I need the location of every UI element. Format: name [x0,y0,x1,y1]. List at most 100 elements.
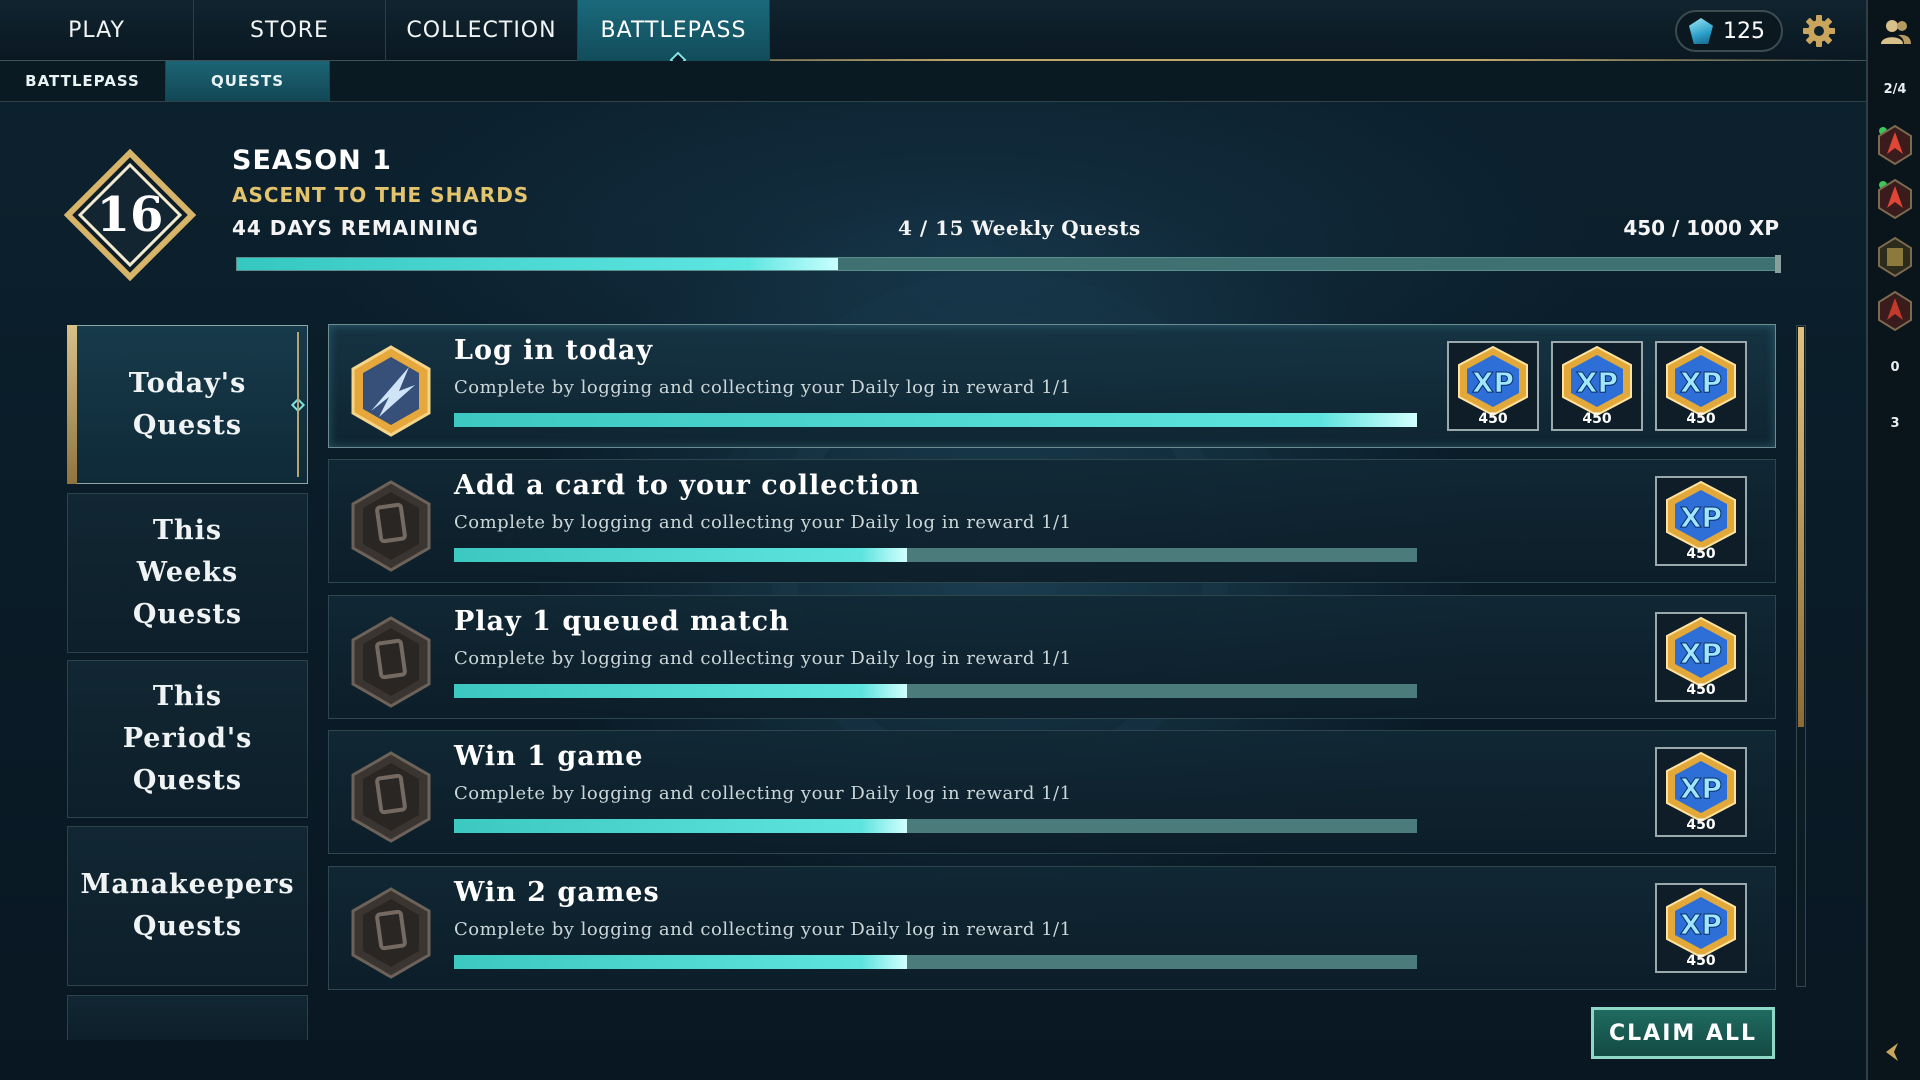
quest-title: Win 2 games [454,877,660,908]
svg-text:XP: XP [1680,637,1722,670]
quest-title: Play 1 queued match [454,606,790,637]
xp-reward[interactable]: XP 450 [1447,341,1539,431]
quest-title: Win 1 game [454,741,644,772]
svg-text:XP: XP [1472,366,1514,399]
quest-description: Complete by logging and collecting your … [454,648,1072,669]
card-quest-icon [351,480,431,572]
quest-title: Add a card to your collection [454,470,921,501]
days-remaining: 44 DAYS REMAINING [232,216,480,240]
chevron-left-icon [1886,1043,1898,1061]
xp-icon: XP [1666,887,1736,959]
scrollbar-thumb[interactable] [1798,327,1804,727]
category-this-weeks-quests[interactable]: This Weeks Quests [67,493,308,653]
claim-all-button[interactable]: CLAIM ALL [1591,1007,1775,1059]
svg-text:XP: XP [1576,366,1618,399]
season-level: 16 [97,187,164,243]
currency-display[interactable]: 125 [1675,10,1783,52]
quest-progress-fill [454,955,907,969]
currency-amount: 125 [1723,18,1765,44]
quest-progress-fill [454,548,907,562]
season-title: SEASON 1 [232,145,392,176]
xp-reward-amount: 450 [1478,411,1508,427]
quest-description: Complete by logging and collecting your … [454,377,1072,398]
category-label: Manakeepers Quests [80,869,295,942]
xp-icon: XP [1666,751,1736,823]
tab-play[interactable]: PLAY [0,0,194,61]
quest-progress-fill [454,819,907,833]
quest-progress-bar [454,413,1417,427]
category-more[interactable] [67,995,308,1040]
season-progress-bar [236,255,1781,273]
xp-reward[interactable]: XP 450 [1655,476,1747,566]
quest-progress-bar [454,684,1417,698]
progress-bar-cap [1775,255,1781,273]
tab-battlepass[interactable]: BATTLEPASS [578,0,770,61]
category-this-periods-quests[interactable]: This Period's Quests [67,660,308,818]
svg-text:XP: XP [1680,366,1722,399]
xp-count: 450 / 1000 XP [1623,216,1779,240]
season-subtitle: ASCENT TO THE SHARDS [232,183,530,207]
party-count: 2/4 [1883,82,1907,97]
quest-progress-fill [454,413,1417,427]
category-label: This Weeks Quests [132,515,243,630]
tab-collection[interactable]: COLLECTION [386,0,578,61]
settings-gear-icon[interactable] [1802,14,1836,48]
category-todays-quests[interactable]: Today's Quests [67,325,308,484]
xp-reward[interactable]: XP 450 [1655,612,1747,702]
svg-text:XP: XP [1680,772,1722,805]
quest-progress-bar [454,548,1417,562]
category-label: Today's Quests [128,367,247,441]
season-progress-fill [237,258,838,270]
quest-row[interactable]: Log in today Complete by logging and coll… [328,324,1776,448]
sidebar-count: 0 [1890,360,1900,375]
collapse-sidebar-button[interactable] [1866,1030,1920,1074]
xp-reward-amount: 450 [1686,411,1716,427]
subtab-battlepass[interactable]: BATTLEPASS [0,61,166,101]
completed-quest-icon [351,345,431,437]
xp-reward-amount: 450 [1686,682,1716,698]
svg-text:XP: XP [1680,501,1722,534]
quest-progress-fill [454,684,907,698]
quest-progress-bar [454,955,1417,969]
sidebar-count: 3 [1890,416,1900,431]
xp-reward[interactable]: XP 450 [1551,341,1643,431]
friend-avatar-icon[interactable] [1877,178,1913,220]
quest-row[interactable]: Add a card to your collection Complete by… [328,459,1776,583]
sub-nav-bar: BATTLEPASS QUESTS [0,61,1866,102]
card-quest-icon [351,751,431,843]
season-level-badge: 16 [63,148,197,282]
quest-description: Complete by logging and collecting your … [454,512,1072,533]
quest-row[interactable]: Play 1 queued match Complete by logging a… [328,595,1776,719]
xp-icon: XP [1458,345,1528,417]
tab-store[interactable]: STORE [194,0,386,61]
friends-icon[interactable] [1880,16,1912,48]
friend-avatar-icon[interactable] [1877,236,1913,278]
quest-description: Complete by logging and collecting your … [454,783,1072,804]
xp-icon: XP [1666,480,1736,552]
xp-reward[interactable]: XP 450 [1655,883,1747,973]
xp-reward-amount: 450 [1582,411,1612,427]
xp-icon: XP [1666,616,1736,688]
xp-reward-amount: 450 [1686,546,1716,562]
top-nav-bar: PLAY STORE COLLECTION BATTLEPASS 125 [0,0,1866,69]
quest-row[interactable]: Win 1 game Complete by logging and collec… [328,730,1776,854]
quest-scrollbar[interactable] [1796,325,1806,987]
quest-description: Complete by logging and collecting your … [454,919,1072,940]
category-label: This Period's Quests [122,681,253,796]
friend-avatar-icon[interactable] [1877,290,1913,332]
xp-reward-amount: 450 [1686,953,1716,969]
quest-title: Log in today [454,335,654,366]
social-sidebar: 2/4 0 3 [1866,0,1920,1080]
quest-progress-bar [454,819,1417,833]
card-quest-icon [351,887,431,979]
xp-reward[interactable]: XP 450 [1655,747,1747,837]
weekly-quests-count: 4 / 15 Weekly Quests [898,216,1141,240]
xp-reward[interactable]: XP 450 [1655,341,1747,431]
card-quest-icon [351,616,431,708]
friend-avatar-icon[interactable] [1877,124,1913,166]
category-manakeepers-quests[interactable]: Manakeepers Quests [67,826,308,986]
svg-text:XP: XP [1680,908,1722,941]
subtab-quests[interactable]: QUESTS [166,61,330,101]
quest-row[interactable]: Win 2 games Complete by logging and colle… [328,866,1776,990]
xp-icon: XP [1666,345,1736,417]
